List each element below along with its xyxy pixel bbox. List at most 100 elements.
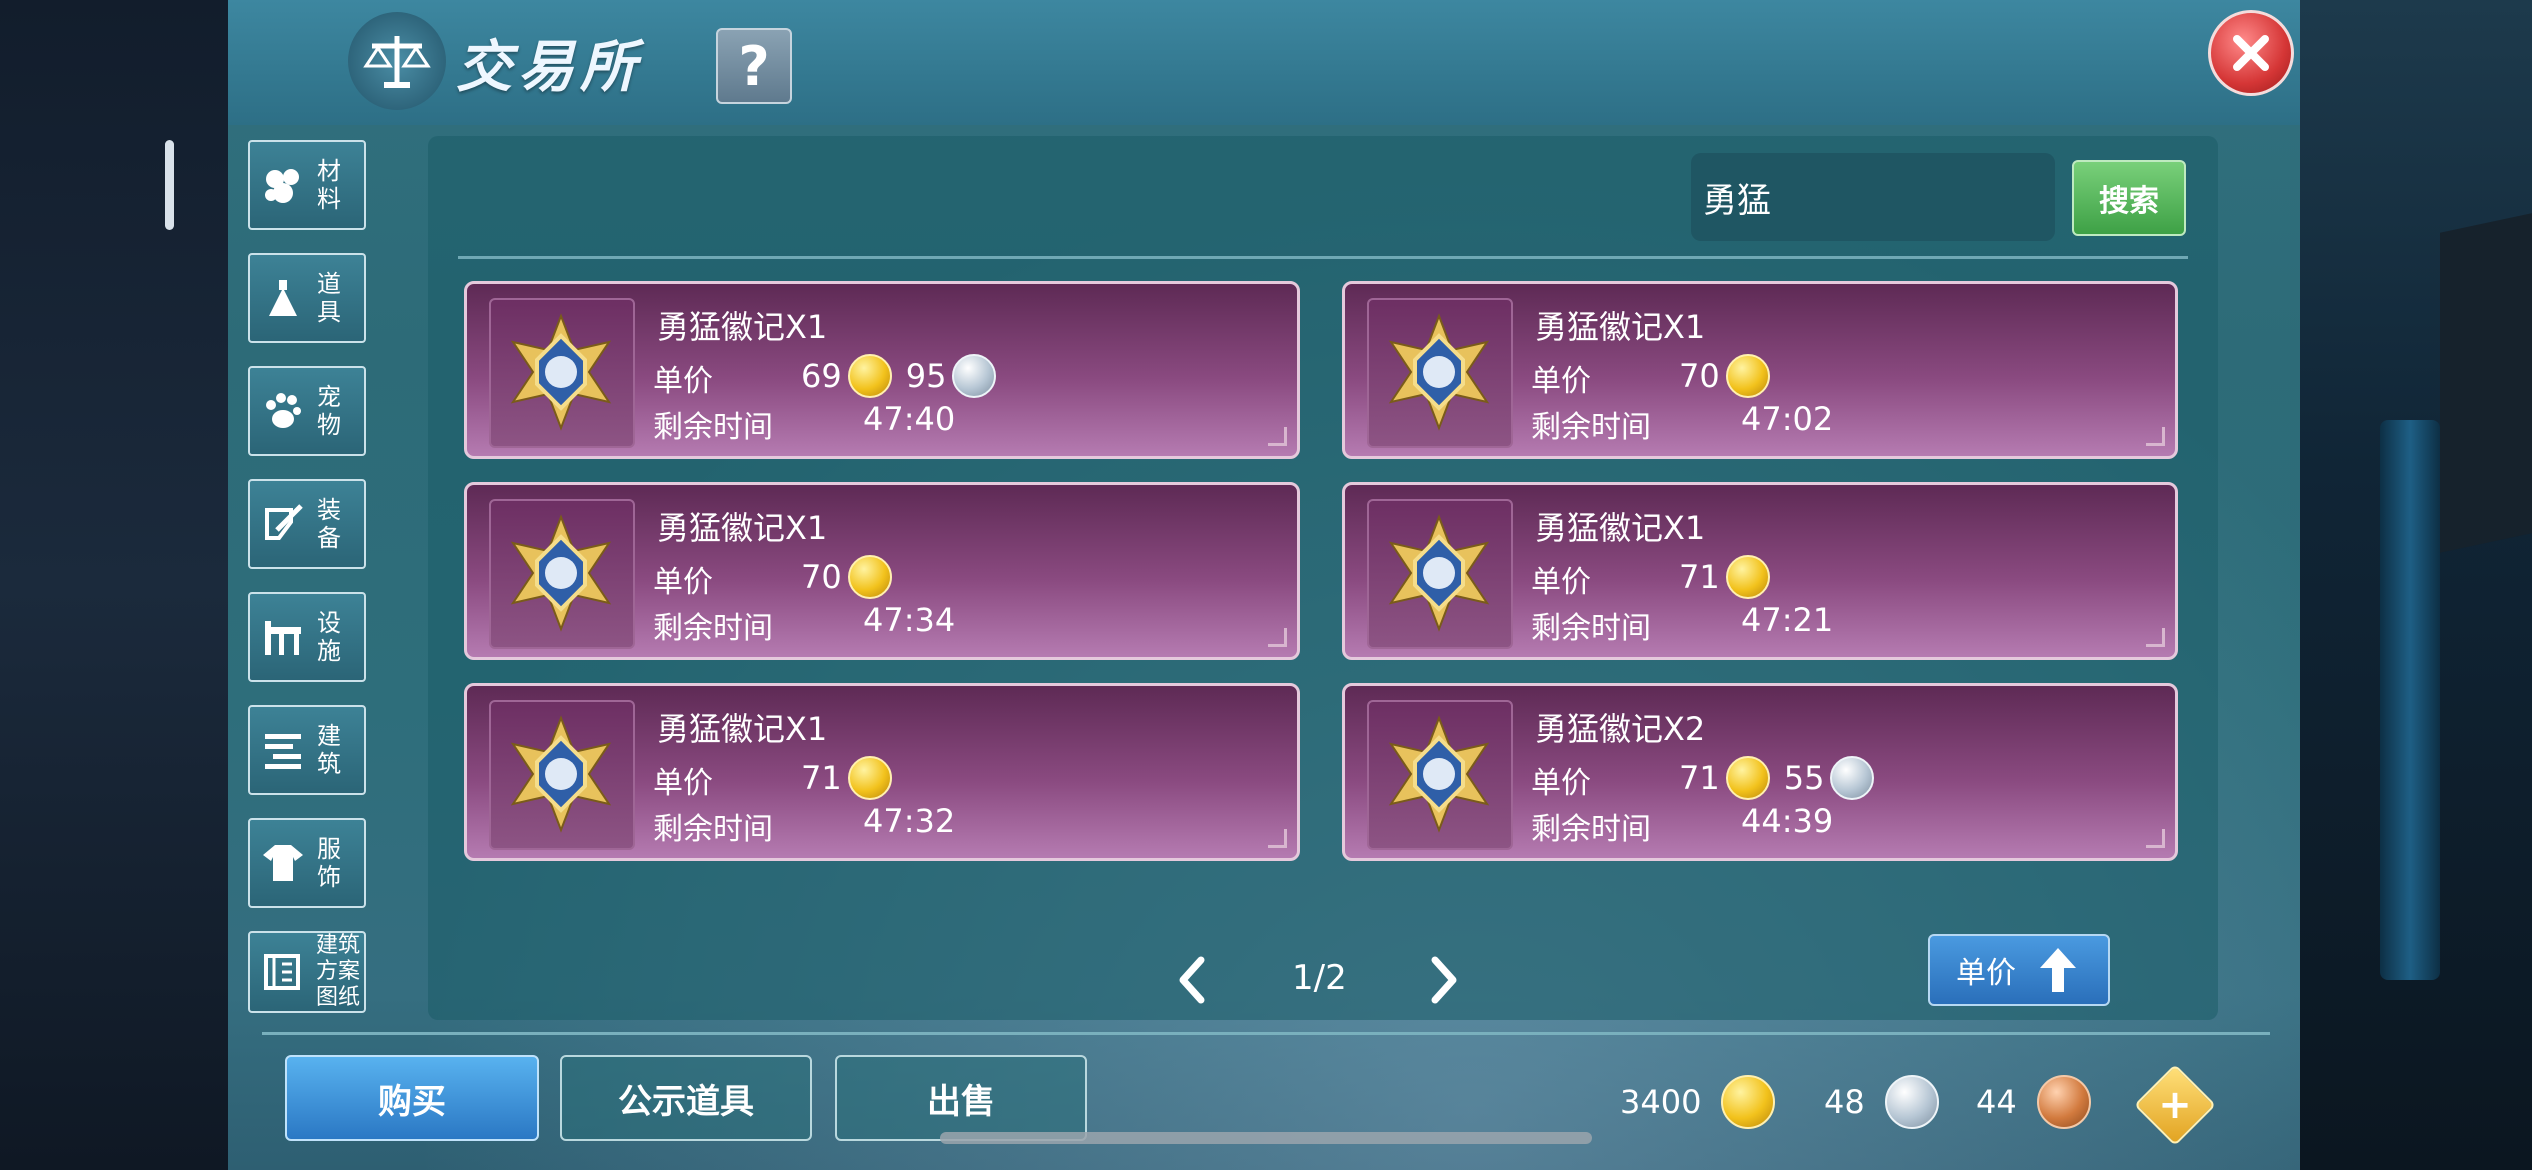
listing-card[interactable]: 勇猛徽记X1 单价 70 剩余时间 47:34: [464, 482, 1300, 660]
gold-coin-icon: [1725, 354, 1770, 398]
copper-amount: 44: [1976, 1083, 2017, 1121]
badge-item-thumbnail: [1367, 298, 1513, 448]
silver-amount: 48: [1824, 1083, 1865, 1121]
title-bar: 交易所 ?: [228, 0, 2300, 125]
search-input[interactable]: 勇猛: [1691, 153, 2055, 241]
plus-icon: +: [2158, 1082, 2192, 1128]
badge-item-thumbnail: [489, 499, 635, 649]
help-button[interactable]: ?: [716, 28, 792, 104]
listing-card[interactable]: 勇猛徽记X1 单价 71 剩余时间 47:21: [1342, 482, 2178, 660]
wallet-gold: 3400: [1620, 1072, 1789, 1132]
remaining-time: 47:02: [1741, 400, 1834, 438]
silver-coin-icon: [1884, 1075, 1939, 1129]
category-label: 建筑: [317, 722, 342, 778]
unit-price-label: 单价: [1531, 364, 1591, 399]
background-pillar: [2380, 420, 2440, 980]
unit-price: 70: [801, 555, 906, 599]
corner-mark: [2146, 427, 2165, 446]
unit-price-label: 单价: [653, 766, 713, 801]
gold-price: 70: [1679, 357, 1720, 395]
listing-card[interactable]: 勇猛徽记X1 单价 69 95 剩余时间 47:40: [464, 281, 1300, 459]
remaining-time: 47:32: [863, 802, 956, 840]
valor-badge-icon: [501, 513, 621, 637]
paw-icon: [260, 388, 305, 434]
category-label: 材料: [317, 157, 342, 213]
category-equipment[interactable]: 装备: [248, 479, 366, 569]
corner-mark: [2146, 628, 2165, 647]
listing-card[interactable]: 勇猛徽记X2 单价 71 55 剩余时间 44:39: [1342, 683, 2178, 861]
gold-coin-icon: [847, 756, 892, 800]
valor-badge-icon: [501, 312, 621, 436]
remaining-time: 47:40: [863, 400, 956, 438]
item-name: 勇猛徽记X1: [657, 710, 828, 748]
item-name: 勇猛徽记X2: [1535, 710, 1706, 748]
category-blueprints[interactable]: 建筑方案图纸: [248, 931, 366, 1013]
unit-price: 71: [1679, 555, 1784, 599]
badge-item-thumbnail: [489, 700, 635, 850]
gold-price: 71: [1679, 558, 1720, 596]
gold-coin-icon: [847, 555, 892, 599]
remaining-time-label: 剩余时间: [1531, 410, 1651, 445]
gold-coin-icon: [1725, 555, 1770, 599]
category-label: 服饰: [317, 835, 342, 891]
gold-amount: 3400: [1620, 1083, 1702, 1121]
category-scrollbar[interactable]: [165, 140, 174, 230]
unit-price: 71 55: [1679, 756, 1888, 800]
listing-card[interactable]: 勇猛徽记X1 单价 70 剩余时间 47:02: [1342, 281, 2178, 459]
badge-item-thumbnail: [1367, 499, 1513, 649]
facility-icon: [260, 614, 305, 660]
sort-by-price-button[interactable]: 单价: [1928, 934, 2110, 1006]
category-materials[interactable]: 材料: [248, 140, 366, 230]
remaining-time: 47:21: [1741, 601, 1834, 639]
category-label: 道具: [317, 270, 342, 326]
silver-coin-icon: [1830, 756, 1875, 800]
page-indicator: 1/2: [1292, 958, 1347, 998]
gold-coin-icon: [847, 354, 892, 398]
valor-badge-icon: [1379, 513, 1499, 637]
wallet-silver: 48: [1824, 1072, 1953, 1132]
category-label: 设施: [317, 609, 342, 665]
chevron-right-icon: [1431, 956, 1457, 1004]
listing-card[interactable]: 勇猛徽记X1 单价 71 剩余时间 47:32: [464, 683, 1300, 861]
unit-price-label: 单价: [1531, 565, 1591, 600]
unit-price-label: 单价: [1531, 766, 1591, 801]
building-icon: [260, 727, 305, 773]
tab-showcase-items[interactable]: 公示道具: [560, 1055, 812, 1141]
silver-price: 95: [905, 357, 947, 395]
corner-mark: [1268, 628, 1287, 647]
search-button[interactable]: 搜索: [2072, 160, 2186, 236]
unit-price-label: 单价: [653, 364, 713, 399]
gold-price: 70: [801, 558, 842, 596]
category-label: 建筑方案图纸: [316, 933, 361, 1010]
corner-mark: [1268, 829, 1287, 848]
remaining-time: 44:39: [1741, 802, 1834, 840]
tab-sell[interactable]: 出售: [835, 1055, 1087, 1141]
corner-mark: [1268, 427, 1287, 446]
gold-price: 71: [801, 759, 842, 797]
background-left: [0, 0, 228, 1170]
category-buildings[interactable]: 建筑: [248, 705, 366, 795]
category-items[interactable]: 道具: [248, 253, 366, 343]
item-name: 勇猛徽记X1: [657, 509, 828, 547]
equipment-icon: [260, 501, 305, 547]
close-button[interactable]: [2208, 10, 2294, 96]
silver-coin-icon: [952, 354, 997, 398]
blueprint-icon: [260, 949, 304, 995]
unit-price: 69 95: [801, 354, 1010, 398]
home-indicator[interactable]: [940, 1132, 1592, 1144]
tab-buy[interactable]: 购买: [285, 1055, 539, 1141]
next-page-button[interactable]: [1424, 953, 1464, 1007]
category-clothing[interactable]: 服饰: [248, 818, 366, 908]
unit-price-label: 单价: [653, 565, 713, 600]
category-facilities[interactable]: 设施: [248, 592, 366, 682]
prev-page-button[interactable]: [1172, 953, 1212, 1007]
category-pets[interactable]: 宠物: [248, 366, 366, 456]
divider: [458, 256, 2188, 259]
item-name: 勇猛徽记X1: [1535, 509, 1706, 547]
silver-price: 55: [1783, 759, 1825, 797]
gold-price: 71: [1679, 759, 1720, 797]
remaining-time-label: 剩余时间: [653, 611, 773, 646]
sort-button-label: 单价: [1956, 956, 2016, 991]
close-icon: [2233, 35, 2269, 71]
badge-item-thumbnail: [1367, 700, 1513, 850]
